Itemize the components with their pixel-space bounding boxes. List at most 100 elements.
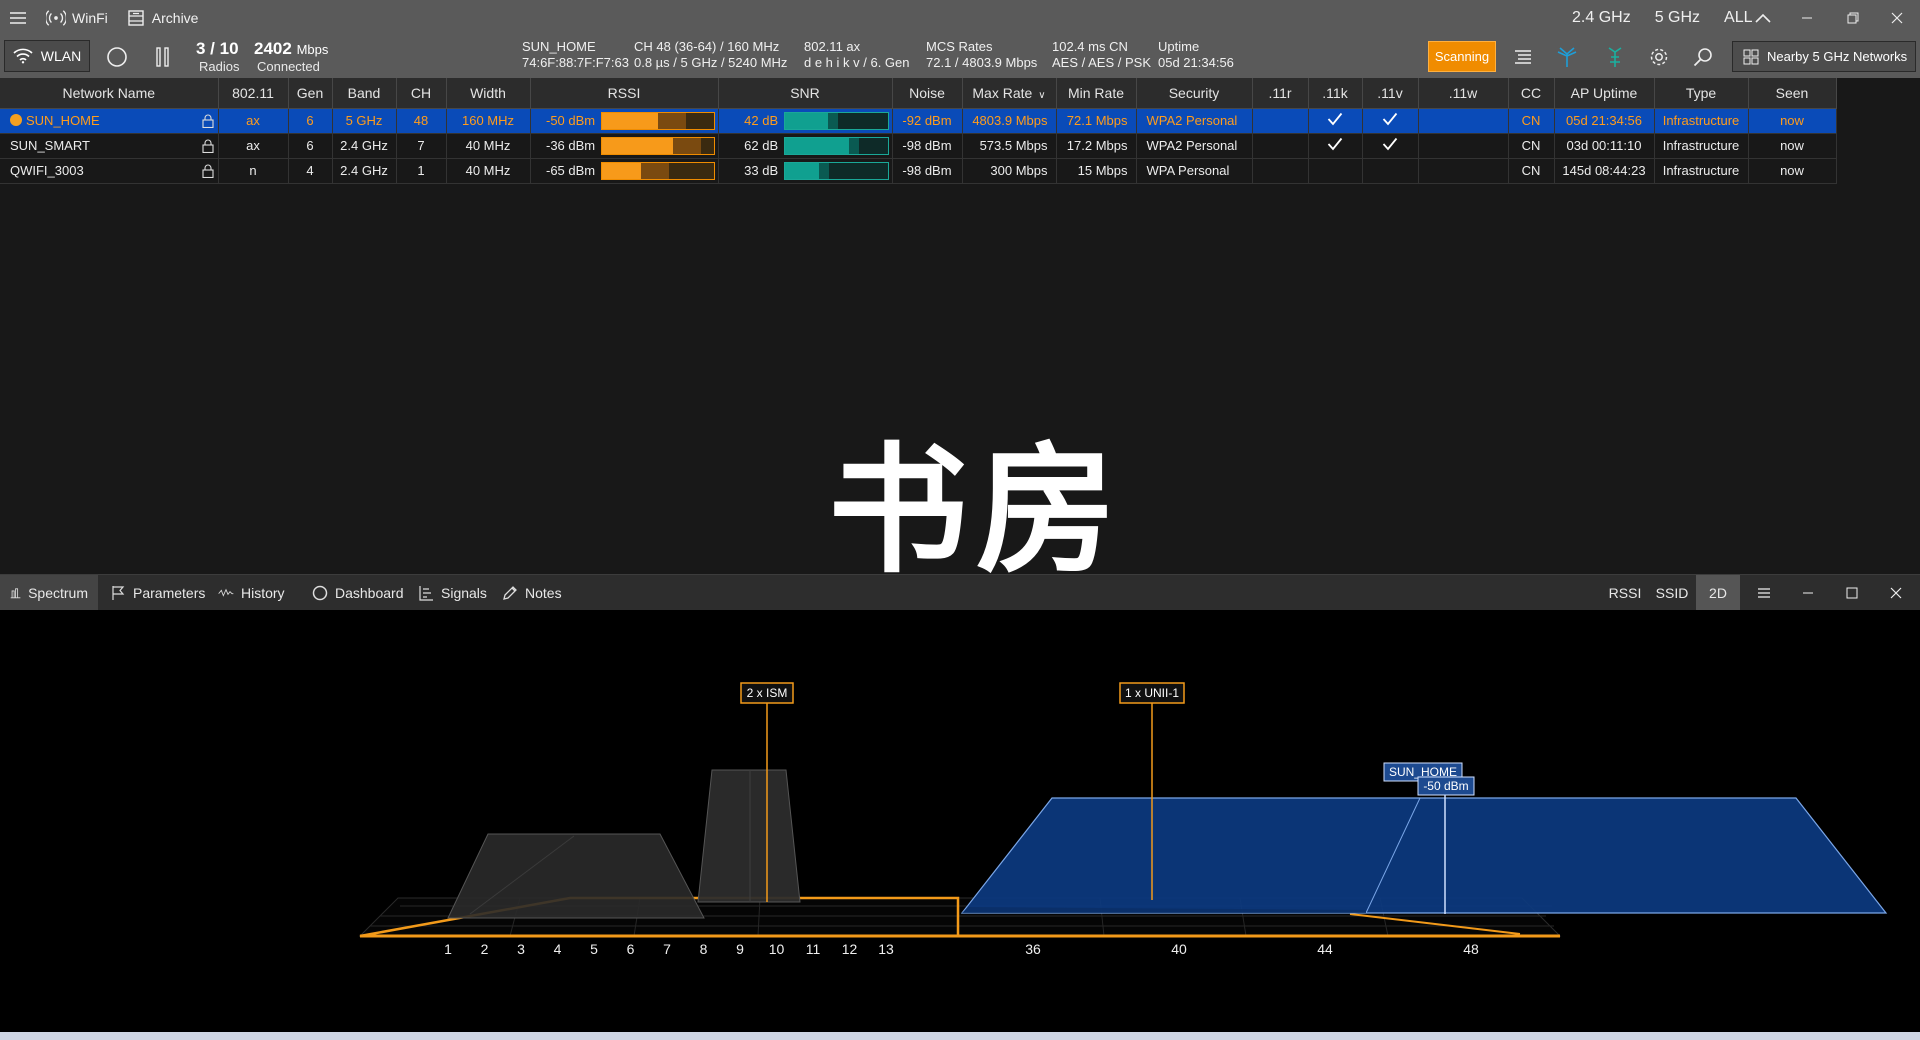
panel-minimize-button[interactable] xyxy=(1788,575,1828,611)
column-header[interactable]: .11k xyxy=(1308,78,1363,109)
hamburger-menu-button[interactable] xyxy=(8,9,28,27)
cell-11v xyxy=(1362,158,1419,184)
column-header[interactable]: .11w xyxy=(1418,78,1509,109)
column-header[interactable]: 802.11 xyxy=(218,78,289,109)
cell-network-name: SUN_HOME xyxy=(0,108,219,134)
spectrum-icon xyxy=(10,588,21,599)
restore-button[interactable] xyxy=(1830,0,1876,36)
check-icon xyxy=(1382,137,1398,151)
archive-label: Archive xyxy=(151,10,199,26)
wlan-button[interactable]: WLAN xyxy=(4,40,90,72)
antenna-mode-button[interactable] xyxy=(1602,44,1628,70)
channel-label: 40 xyxy=(1171,941,1187,957)
column-header[interactable]: Max Rate ∨ xyxy=(962,78,1057,109)
tab-signals[interactable]: Signals xyxy=(408,575,497,611)
column-header[interactable]: Seen xyxy=(1748,78,1837,109)
panel-maximize-button[interactable] xyxy=(1832,575,1872,611)
sun-home-spectrum-label[interactable]: SUN_HOME -50 dBm xyxy=(1383,762,1475,796)
tab-history-label: History xyxy=(241,585,285,601)
column-header[interactable]: Width xyxy=(446,78,531,109)
channel-label: 2 xyxy=(481,941,489,957)
cell-noise: -98 dBm xyxy=(892,133,963,159)
spectrum-shape-sun-smart[interactable] xyxy=(697,769,801,903)
column-header[interactable]: Type xyxy=(1654,78,1749,109)
cell-min-rate: 17.2 Mbps xyxy=(1056,133,1137,159)
column-header[interactable]: Band xyxy=(332,78,397,109)
list-view-button[interactable] xyxy=(1510,44,1536,70)
nearby-networks-button[interactable]: Nearby 5 GHz Networks xyxy=(1732,41,1916,72)
scanning-button[interactable]: Scanning xyxy=(1428,41,1496,72)
record-button[interactable] xyxy=(104,44,130,70)
column-header[interactable]: .11r xyxy=(1252,78,1309,109)
winfi-tab[interactable]: WinFi xyxy=(46,9,108,27)
cell-max-rate: 300 Mbps xyxy=(962,158,1057,184)
wifi-broadcast-icon xyxy=(46,10,66,26)
bottom-tab-bar: Spectrum Parameters History Dashboard Si… xyxy=(0,574,1920,611)
pause-button[interactable] xyxy=(150,44,176,70)
cell-seen: now xyxy=(1748,158,1837,184)
rssi-value: -65 dBm xyxy=(546,163,596,178)
ism-marker: 2 x ISM xyxy=(740,682,794,704)
cell-11v xyxy=(1362,133,1419,159)
latency-line2: AES / AES / PSK xyxy=(1052,55,1151,70)
panel-menu-button[interactable] xyxy=(1744,575,1784,611)
spectrum-shape-sun-home[interactable] xyxy=(960,797,1888,914)
settings-button[interactable] xyxy=(1646,44,1672,70)
panel-close-button[interactable] xyxy=(1876,575,1916,611)
channel-label: 5 xyxy=(590,941,598,957)
cell-noise: -98 dBm xyxy=(892,158,963,184)
table-row[interactable]: SUN_SMART ax 6 2.4 GHz 7 40 MHz -36 dBm 62 dB -9… xyxy=(0,133,1837,159)
column-header[interactable]: Network Name xyxy=(0,78,219,109)
standard-info: 802.11 ax d e h i k v / 6. Gen xyxy=(804,39,910,71)
tab-history[interactable]: History xyxy=(208,575,295,611)
column-header[interactable]: .11v xyxy=(1362,78,1419,109)
ssid-info: SUN_HOME 74:6F:88:7F:F7:63 xyxy=(522,39,629,71)
table-row[interactable]: SUN_HOME ax 6 5 GHz 48 160 MHz -50 dBm 42 dB -92… xyxy=(0,108,1837,134)
tab-dashboard[interactable]: Dashboard xyxy=(302,575,414,611)
cell-network-name: QWIFI_3003 xyxy=(0,158,219,184)
column-header[interactable]: Noise xyxy=(892,78,963,109)
close-button[interactable] xyxy=(1874,0,1920,36)
unii-label: 1 x UNII-1 xyxy=(1125,686,1179,700)
search-button[interactable] xyxy=(1690,44,1716,70)
tab-spectrum-label: Spectrum xyxy=(28,585,88,601)
band-selector: 2.4 GHz 5 GHz ALL xyxy=(1572,9,1753,27)
cell-type: Infrastructure xyxy=(1654,133,1749,159)
antenna-filter-button[interactable] xyxy=(1554,44,1580,70)
view-2d-toggle[interactable]: 2D xyxy=(1696,575,1740,611)
tab-spectrum[interactable]: Spectrum xyxy=(0,575,98,611)
cell-min-rate: 72.1 Mbps xyxy=(1056,108,1137,134)
archive-tab[interactable]: Archive xyxy=(126,9,199,27)
tab-notes[interactable]: Notes xyxy=(492,575,572,611)
collapse-button[interactable] xyxy=(1740,0,1786,36)
cell-gen: 4 xyxy=(288,158,333,184)
band-24-button[interactable]: 2.4 GHz xyxy=(1572,9,1631,27)
column-header[interactable]: SNR xyxy=(718,78,893,109)
band-5-button[interactable]: 5 GHz xyxy=(1655,9,1700,27)
column-header[interactable]: AP Uptime xyxy=(1554,78,1655,109)
cell-type: Infrastructure xyxy=(1654,108,1749,134)
tab-parameters[interactable]: Parameters xyxy=(100,575,215,611)
column-header[interactable]: Min Rate xyxy=(1056,78,1137,109)
column-header[interactable]: CC xyxy=(1508,78,1555,109)
cell-gen: 6 xyxy=(288,133,333,159)
rssi-toggle[interactable]: RSSI xyxy=(1604,575,1646,611)
radios-value: 3 / 10 xyxy=(196,39,239,58)
channel-info: CH 48 (36-64) / 160 MHz 0.8 µs / 5 GHz /… xyxy=(634,39,787,71)
sort-desc-icon: ∨ xyxy=(1038,89,1046,101)
tab-signals-label: Signals xyxy=(441,585,487,601)
channel-line1: CH 48 (36-64) / 160 MHz xyxy=(634,39,780,54)
network-name: QWIFI_3003 xyxy=(10,163,84,178)
column-header[interactable]: Gen xyxy=(288,78,333,109)
cell-network-name: SUN_SMART xyxy=(0,133,219,159)
cell-gen: 6 xyxy=(288,108,333,134)
column-header[interactable]: CH xyxy=(396,78,447,109)
ssid-toggle[interactable]: SSID xyxy=(1650,575,1694,611)
table-row[interactable]: QWIFI_3003 n 4 2.4 GHz 1 40 MHz -65 dBm 33 dB -9… xyxy=(0,158,1837,184)
check-icon xyxy=(1382,112,1398,126)
pencil-icon xyxy=(503,586,517,600)
minimize-button[interactable] xyxy=(1784,0,1830,36)
column-header[interactable]: RSSI xyxy=(530,78,719,109)
spectrum-shape-qwifi[interactable] xyxy=(447,833,705,919)
column-header[interactable]: Security xyxy=(1136,78,1253,109)
